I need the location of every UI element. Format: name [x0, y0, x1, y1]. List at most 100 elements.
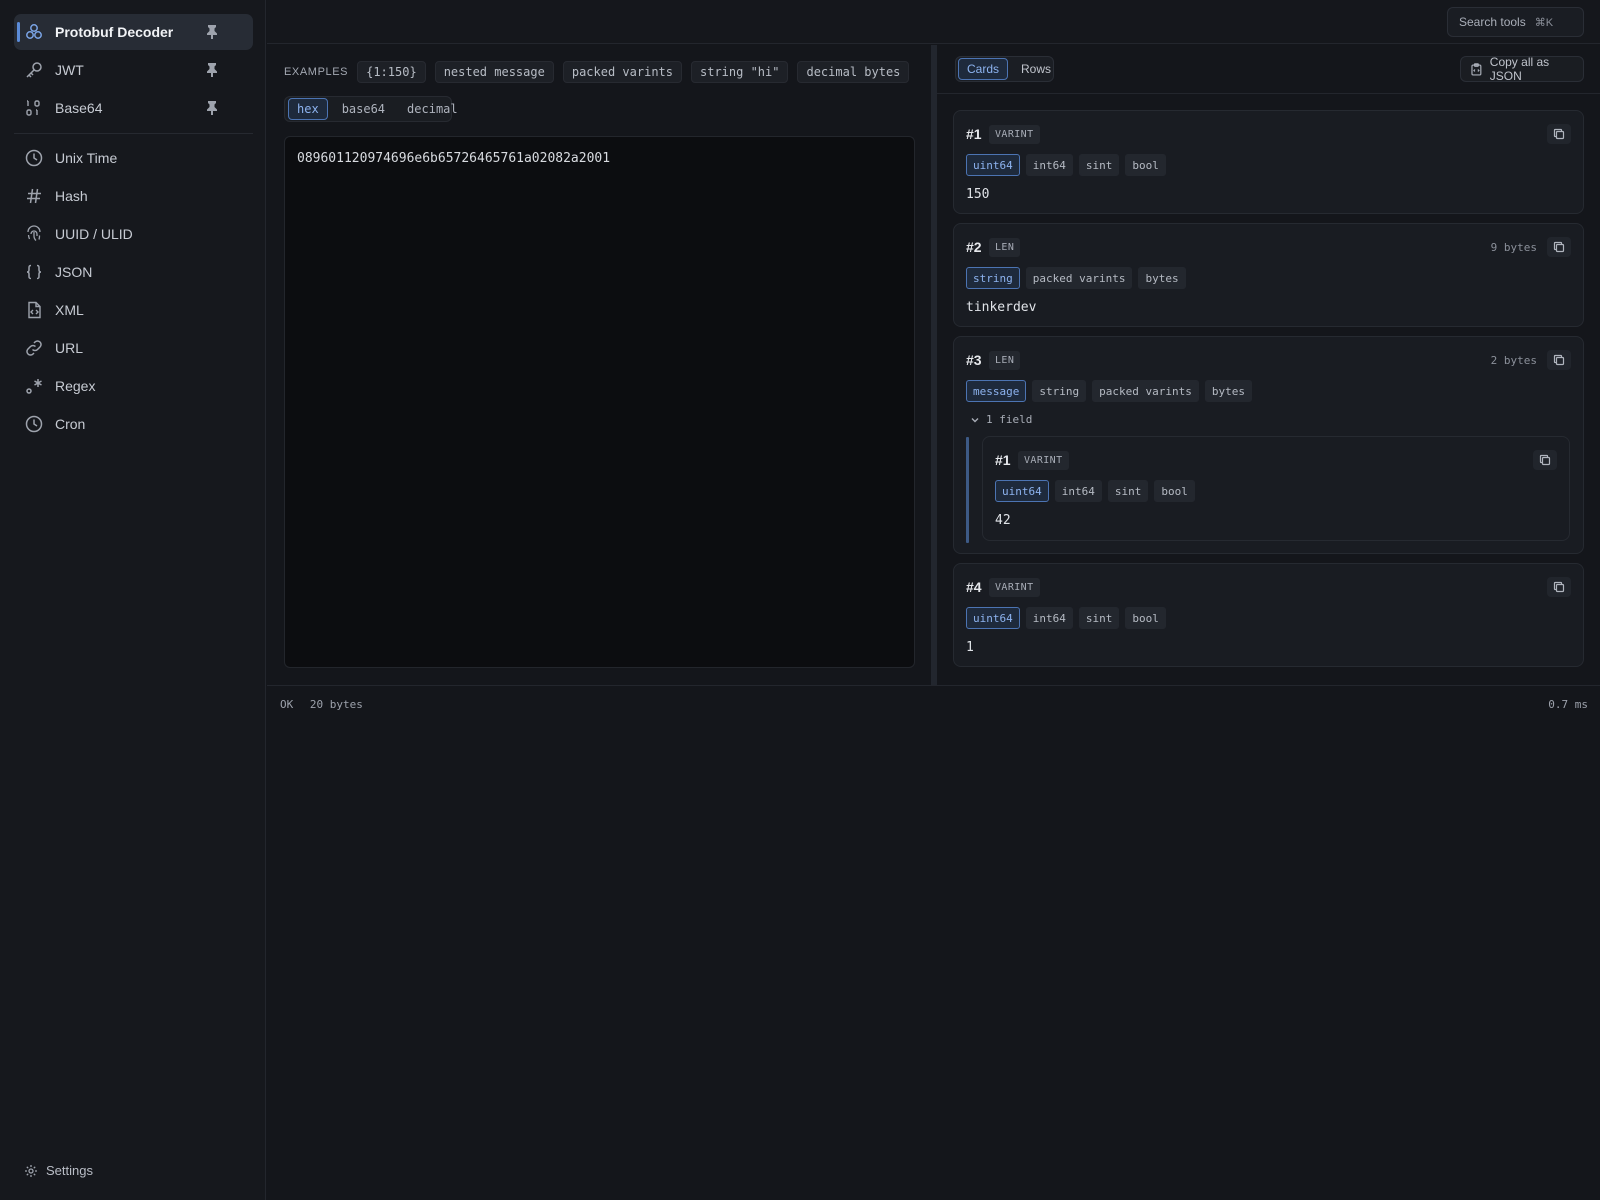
clipboard-icon [1471, 62, 1482, 76]
input-pane: EXAMPLES {1:150} nested message packed v… [267, 45, 931, 685]
sidebar-item-protobuf-decoder[interactable]: Protobuf Decoder [14, 14, 253, 50]
type-interpretations: uint64 int64 sint bool [966, 154, 1172, 176]
sidebar-item-label: XML [55, 302, 84, 318]
copy-icon [1553, 354, 1565, 366]
type-chip-packed-varints[interactable]: packed varints [1092, 380, 1199, 402]
type-chip-sint[interactable]: sint [1107, 480, 1149, 502]
sidebar-item-label: Base64 [55, 100, 103, 116]
top-bar: Search tools ⌘K [267, 0, 1600, 44]
sidebar-item-hash[interactable]: Hash [14, 178, 253, 214]
protobuf-icon [26, 24, 42, 39]
sidebar-item-label: UUID / ULID [55, 226, 133, 242]
fingerprint-icon [27, 225, 41, 241]
copy-icon [1553, 241, 1565, 253]
type-chip-uint64[interactable]: uint64 [966, 607, 1020, 629]
copy-icon [1539, 454, 1551, 466]
example-chip[interactable]: nested message [434, 61, 554, 83]
nested-field-card: #1 VARINT uint64 int64 sint bool 42 [982, 436, 1570, 541]
format-option-decimal[interactable]: decimal [399, 98, 466, 120]
type-chip-bytes[interactable]: bytes [1204, 380, 1252, 402]
sidebar-item-regex[interactable]: Regex [14, 368, 253, 404]
field-card: #1 VARINT uint64 int64 sint bool 150 [953, 110, 1584, 214]
hash-icon [27, 188, 41, 204]
chevron-down-icon [971, 417, 979, 422]
view-option-rows[interactable]: Rows [1013, 58, 1059, 80]
status-time: 0.7 ms [1548, 698, 1588, 711]
type-chip-bool[interactable]: bool [1154, 480, 1195, 502]
sidebar-item-json[interactable]: JSON [14, 254, 253, 290]
type-chip-bool[interactable]: bool [1125, 154, 1166, 176]
type-chip-int64[interactable]: int64 [1025, 154, 1073, 176]
copy-field-button[interactable] [1547, 350, 1571, 370]
type-chip-uint64[interactable]: uint64 [966, 154, 1020, 176]
example-chip[interactable]: packed varints [562, 61, 682, 83]
file-code-icon [28, 301, 41, 319]
type-chip-packed-varints[interactable]: packed varints [1025, 267, 1133, 289]
status-bar: OK 20 bytes 0.7 ms [267, 685, 1600, 723]
type-chip-message[interactable]: message [966, 380, 1027, 402]
field-number: #4 [966, 579, 982, 595]
copy-all-json-button[interactable]: Copy all as JSON [1460, 55, 1584, 83]
wire-type-badge: VARINT [1018, 451, 1069, 470]
copy-all-label: Copy all as JSON [1489, 55, 1550, 83]
field-number: #2 [966, 239, 982, 255]
example-chip[interactable]: decimal bytes [797, 61, 910, 83]
sidebar-item-unix-time[interactable]: Unix Time [14, 140, 253, 176]
pin-icon[interactable] [205, 24, 219, 40]
copy-field-button[interactable] [1547, 124, 1571, 144]
sidebar-item-base64[interactable]: Base64 [14, 90, 253, 126]
pin-icon[interactable] [205, 62, 219, 78]
field-value: tinkerdev [966, 300, 1037, 315]
example-chip[interactable]: string "hi" [691, 61, 789, 83]
sidebar-item-label: JSON [55, 264, 93, 280]
view-option-cards[interactable]: Cards [958, 58, 1009, 80]
sidebar-item-label: Hash [55, 188, 88, 204]
wire-type-badge: LEN [989, 238, 1021, 257]
field-card: #4 VARINT uint64 int64 sint bool 1 [953, 563, 1584, 667]
examples-row: EXAMPLES {1:150} nested message packed v… [284, 61, 918, 83]
pin-icon[interactable] [205, 100, 219, 116]
example-chip[interactable]: {1:150} [357, 61, 426, 83]
active-indicator [17, 22, 20, 42]
settings-label: Settings [46, 1163, 93, 1178]
byte-length: 2 bytes [1490, 354, 1537, 367]
input-editor[interactable]: 089601120974696e6b65726465761a02082a2001 [284, 136, 915, 668]
sidebar-item-url[interactable]: URL [14, 330, 253, 366]
type-chip-int64[interactable]: int64 [1054, 480, 1102, 502]
format-option-base64[interactable]: base64 [334, 98, 393, 120]
copy-field-button[interactable] [1547, 577, 1571, 597]
byte-length: 9 bytes [1490, 241, 1537, 254]
copy-field-button[interactable] [1547, 237, 1571, 257]
wire-type-badge: LEN [989, 351, 1021, 370]
sidebar-item-cron[interactable]: Cron [14, 406, 253, 442]
type-chip-sint[interactable]: sint [1078, 607, 1120, 629]
output-toolbar: Cards Rows Copy all as JSON [937, 45, 1600, 94]
input-value: 089601120974696e6b65726465761a02082a2001 [297, 151, 611, 166]
type-chip-bool[interactable]: bool [1125, 607, 1166, 629]
type-chip-sint[interactable]: sint [1078, 154, 1120, 176]
output-pane: Cards Rows Copy all as JSON #1 VARINT ui… [937, 45, 1600, 685]
status-size: 20 bytes [309, 698, 363, 711]
status-info: OK 20 bytes [280, 698, 373, 711]
sidebar-item-jwt[interactable]: JWT [14, 52, 253, 88]
gear-icon [25, 1164, 37, 1177]
settings-link[interactable]: Settings [24, 1163, 93, 1178]
type-chip-string[interactable]: string [1032, 380, 1087, 402]
format-option-hex[interactable]: hex [288, 98, 328, 120]
sidebar-item-label: Protobuf Decoder [55, 24, 174, 40]
nested-field-count: 1 field [986, 413, 1033, 426]
type-chip-bytes[interactable]: bytes [1138, 267, 1186, 289]
sidebar-item-xml[interactable]: XML [14, 292, 253, 328]
copy-icon [1553, 128, 1565, 140]
type-chip-string[interactable]: string [966, 267, 1020, 289]
copy-field-button[interactable] [1533, 450, 1557, 470]
sidebar-item-label: Regex [55, 378, 96, 394]
sidebar-item-uuid-ulid[interactable]: UUID / ULID [14, 216, 253, 252]
type-chip-uint64[interactable]: uint64 [995, 480, 1049, 502]
type-chip-int64[interactable]: int64 [1025, 607, 1073, 629]
wire-type-badge: VARINT [989, 125, 1040, 144]
regex-icon [26, 379, 42, 394]
type-interpretations: uint64 int64 sint bool [995, 480, 1201, 502]
nested-fields-toggle[interactable]: 1 field [970, 413, 1032, 426]
search-tools-button[interactable]: Search tools ⌘K [1447, 7, 1584, 37]
